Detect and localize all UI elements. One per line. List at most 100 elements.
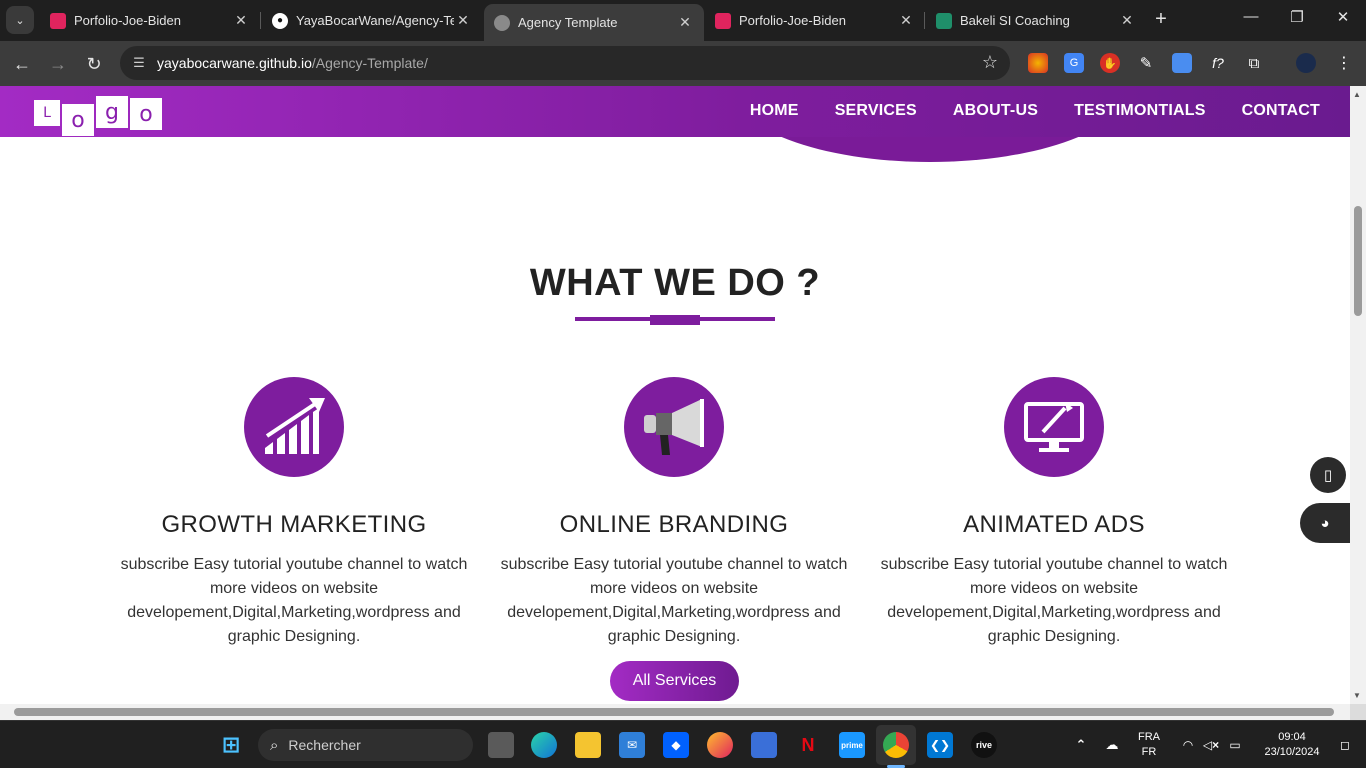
tab-search-button[interactable]: ⌄: [6, 6, 34, 34]
clock-date: 23/10/2024: [1264, 746, 1320, 758]
url-host: yayabocarwane.github.io: [157, 55, 312, 71]
globe-extension-icon[interactable]: ◕: [1300, 503, 1350, 543]
restore-icon[interactable]: ❐: [1282, 8, 1312, 26]
nav-testimonials-link[interactable]: TESTIMONTIALS: [1074, 102, 1205, 120]
file-explorer-icon[interactable]: [575, 732, 601, 758]
tab-title: Porfolio-Joe-Biden: [739, 13, 846, 28]
growth-chart-icon: [244, 377, 344, 477]
address-bar[interactable]: ☰ yayabocarwane.github.io/Agency-Templat…: [120, 46, 1010, 80]
bookmark-star-icon[interactable]: ☆: [982, 52, 998, 73]
reload-icon[interactable]: ↻: [81, 51, 107, 77]
logo-letter: L: [34, 100, 60, 126]
notification-bell-icon[interactable]: ◻: [1332, 732, 1358, 758]
tab-divider: [924, 12, 925, 29]
battery-icon[interactable]: ▭: [1222, 732, 1248, 758]
language-code: FRA: [1138, 731, 1160, 743]
ms-store-icon[interactable]: [751, 732, 777, 758]
profile-avatar[interactable]: [1296, 53, 1316, 73]
browser-toolbar: ← → ↻ ☰ yayabocarwane.github.io/Agency-T…: [0, 41, 1366, 86]
firefox-icon[interactable]: [707, 732, 733, 758]
close-icon[interactable]: ✕: [897, 12, 915, 29]
color-picker-icon[interactable]: ✎: [1136, 53, 1156, 73]
tab-porfolio-2[interactable]: Porfolio-Joe-Biden ✕: [705, 4, 925, 37]
clock[interactable]: 09:04 23/10/2024: [1252, 730, 1332, 760]
tab-bakeli[interactable]: Bakeli SI Coaching ✕: [926, 4, 1146, 37]
dropbox-icon[interactable]: ◆: [663, 732, 689, 758]
site-logo[interactable]: L o g o: [34, 96, 164, 136]
logo-letter: o: [130, 98, 162, 130]
vertical-scrollbar[interactable]: ▲ ▼: [1350, 86, 1366, 704]
tab-divider: [260, 12, 261, 29]
windows-start-icon[interactable]: ⊞: [218, 732, 244, 758]
close-icon[interactable]: ✕: [232, 12, 250, 29]
new-tab-plus-icon[interactable]: +: [1150, 8, 1172, 30]
chrome-icon[interactable]: [883, 732, 909, 758]
site-navbar: L o g o HOME SERVICES ABOUT-US TESTIMONT…: [0, 86, 1350, 137]
tab-agency-template[interactable]: Agency Template ✕: [484, 4, 704, 41]
url-path: /Agency-Template/: [311, 55, 428, 71]
nav-about-link[interactable]: ABOUT-US: [953, 102, 1038, 120]
mail-icon[interactable]: ✉: [619, 732, 645, 758]
github-icon: ●: [272, 12, 288, 29]
all-services-button[interactable]: All Services: [610, 661, 739, 701]
globe-icon: [494, 14, 510, 31]
taskbar-search-label: Rechercher: [288, 737, 361, 753]
close-icon[interactable]: ✕: [1118, 12, 1136, 29]
service-card-branding: ONLINE BRANDING subscribe Easy tutorial …: [494, 377, 854, 649]
netflix-icon[interactable]: N: [795, 732, 821, 758]
url-text[interactable]: yayabocarwane.github.io/Agency-Template/: [157, 55, 428, 71]
nav-home-link[interactable]: HOME: [750, 102, 799, 120]
onedrive-icon[interactable]: ☁: [1099, 732, 1125, 758]
horizontal-scroll-thumb[interactable]: [14, 708, 1334, 716]
vertical-scroll-thumb[interactable]: [1354, 206, 1362, 316]
adblock-icon[interactable]: ✋: [1100, 53, 1120, 73]
rive-icon[interactable]: rive: [971, 732, 997, 758]
page-viewport: L o g o HOME SERVICES ABOUT-US TESTIMONT…: [0, 86, 1350, 704]
back-arrow-icon[interactable]: ←: [9, 51, 35, 77]
tab-github[interactable]: ● YayaBocarWane/Agency-Tem ✕: [262, 4, 482, 37]
horizontal-scrollbar[interactable]: [0, 704, 1350, 720]
scroll-up-icon[interactable]: ▲: [1353, 90, 1361, 99]
extension-blue-icon[interactable]: [1172, 53, 1192, 73]
nav-contact-link[interactable]: CONTACT: [1242, 102, 1320, 120]
tab-porfolio-1[interactable]: Porfolio-Joe-Biden ✕: [40, 4, 260, 37]
taskbar-search-box[interactable]: ⌕ Rechercher: [258, 729, 473, 761]
chevron-up-icon[interactable]: ⌃: [1068, 732, 1094, 758]
service-title: GROWTH MARKETING: [161, 511, 427, 538]
task-view-icon[interactable]: [488, 732, 514, 758]
close-icon[interactable]: ✕: [676, 14, 694, 31]
formula-icon[interactable]: f?: [1208, 53, 1228, 73]
close-window-icon[interactable]: ✕: [1328, 8, 1358, 26]
reading-mode-icon[interactable]: ▯: [1310, 457, 1346, 493]
logo-letter: g: [96, 96, 128, 128]
search-icon: ⌕: [270, 736, 279, 754]
kebab-menu-icon[interactable]: ⋮: [1334, 53, 1354, 73]
site-nav-links: HOME SERVICES ABOUT-US TESTIMONTIALS CON…: [750, 102, 1320, 120]
minimize-icon[interactable]: —: [1236, 8, 1266, 25]
forward-arrow-icon[interactable]: →: [45, 51, 71, 77]
language-indicator[interactable]: FRA FR: [1130, 730, 1168, 760]
google-translate-icon[interactable]: G: [1064, 53, 1084, 73]
service-title: ONLINE BRANDING: [559, 511, 789, 538]
vscode-icon[interactable]: ❮❯: [927, 732, 953, 758]
scrollbar-corner: [1350, 704, 1366, 720]
service-title: ANIMATED ADS: [963, 511, 1145, 538]
red-square-icon: [50, 12, 66, 29]
tab-title: Bakeli SI Coaching: [960, 13, 1070, 28]
service-description: subscribe Easy tutorial youtube channel …: [880, 556, 1228, 645]
prime-video-icon[interactable]: prime: [839, 732, 865, 758]
extension-chrome-icon[interactable]: [1028, 53, 1048, 73]
tab-title: YayaBocarWane/Agency-Tem: [296, 13, 454, 28]
keyboard-layout: FR: [1141, 746, 1157, 758]
edge-icon[interactable]: [531, 732, 557, 758]
logo-letter: o: [62, 104, 94, 136]
speaker-muted-icon[interactable]: ◁×: [1198, 732, 1224, 758]
extensions-puzzle-icon[interactable]: ⧉: [1244, 53, 1264, 73]
site-info-icon[interactable]: ☰: [130, 54, 148, 72]
nav-services-link[interactable]: SERVICES: [835, 102, 917, 120]
scroll-down-icon[interactable]: ▼: [1353, 691, 1361, 700]
tab-title: Agency Template: [518, 15, 618, 30]
close-icon[interactable]: ✕: [454, 12, 472, 29]
megaphone-icon: [624, 377, 724, 477]
service-description: subscribe Easy tutorial youtube channel …: [500, 556, 848, 645]
